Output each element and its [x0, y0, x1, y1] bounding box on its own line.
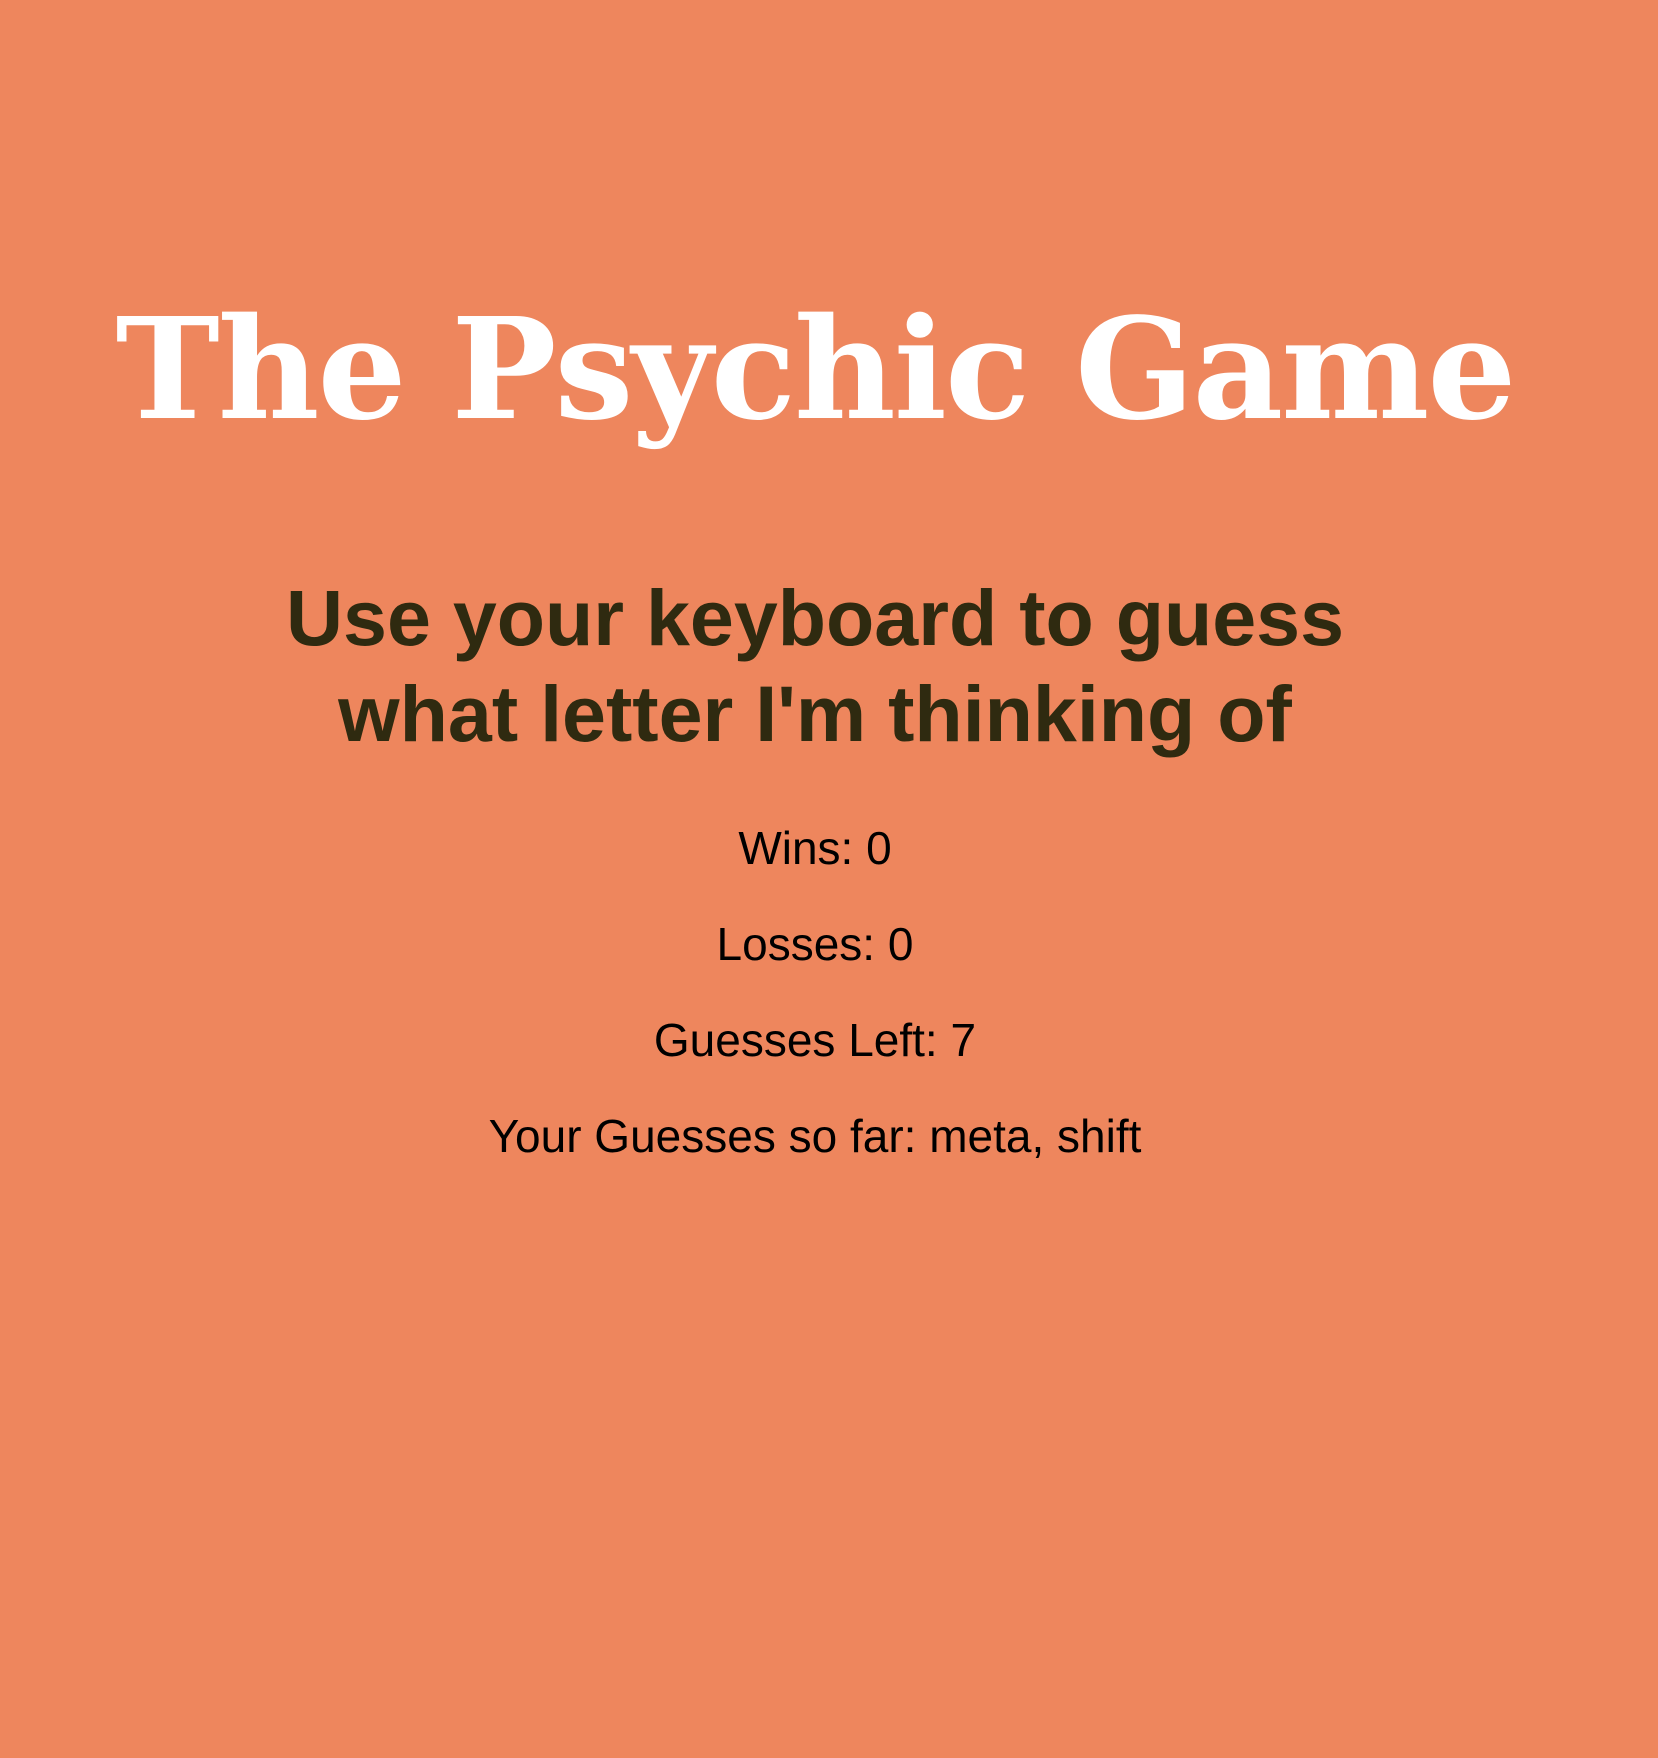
instructions-line-2: what letter I'm thinking of: [338, 669, 1292, 758]
guesses-left-stat: Guesses Left: 7: [0, 1010, 1630, 1106]
guesses-so-far-value: meta, shift: [929, 1110, 1142, 1162]
wins-stat: Wins: 0: [0, 818, 1630, 914]
page-title: The Psychic Game: [115, 288, 1517, 452]
guesses-so-far-stat: Your Guesses so far: meta, shift: [0, 1106, 1630, 1202]
wins-label: Wins:: [738, 822, 867, 874]
scoreboard: Wins: 0 Losses: 0 Guesses Left: 7 Your G…: [0, 818, 1630, 1202]
guesses-so-far-label: Your Guesses so far:: [488, 1110, 930, 1162]
losses-label: Losses:: [716, 918, 888, 970]
instructions: Use your keyboard to guess what letter I…: [0, 570, 1630, 762]
wins-value: 0: [866, 822, 892, 874]
guesses-left-label: Guesses Left:: [653, 1014, 951, 1066]
losses-stat: Losses: 0: [0, 914, 1630, 1010]
instructions-line-1: Use your keyboard to guess: [285, 573, 1345, 662]
losses-value: 0: [887, 918, 914, 970]
game-page: The Psychic Game Use your keyboard to gu…: [0, 0, 1658, 1758]
guesses-left-value: 7: [950, 1014, 977, 1066]
